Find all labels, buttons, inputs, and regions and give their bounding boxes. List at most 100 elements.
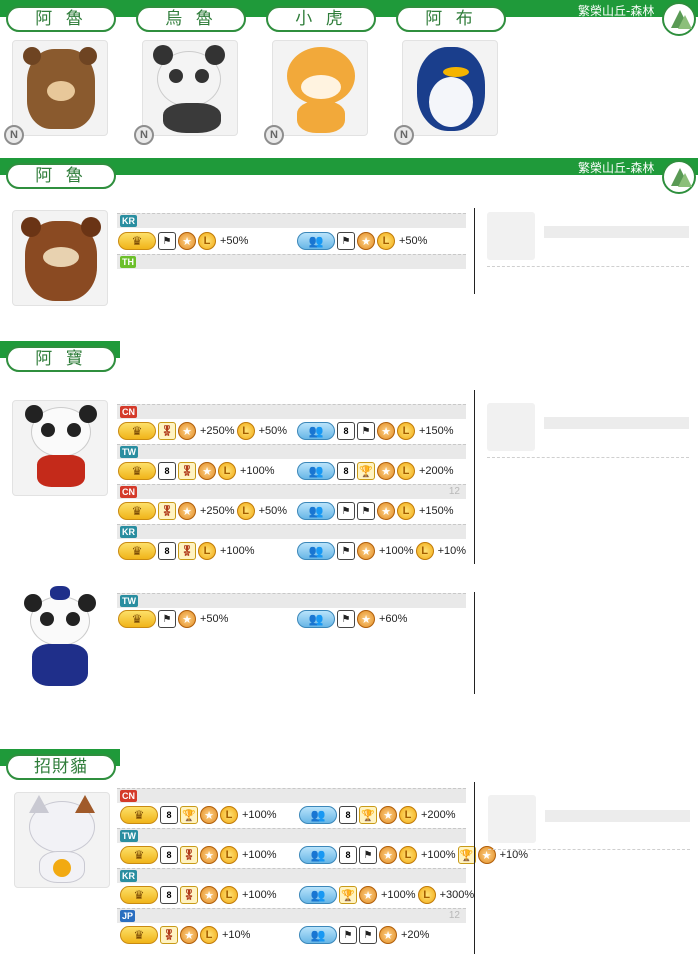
rule-abao1-tw-solo: ♛ 8 🎖 ★ L +100% xyxy=(118,461,275,481)
card-abu[interactable] xyxy=(402,40,498,136)
divider xyxy=(474,592,475,694)
team-mode-icon: 👥 xyxy=(297,422,335,440)
medal-icon: 🎖 xyxy=(178,542,196,560)
bonus-value: +100% xyxy=(242,849,277,861)
card-wulu[interactable] xyxy=(142,40,238,136)
region-cn-badge: CN xyxy=(120,486,137,498)
coin-icon: L xyxy=(397,502,415,520)
region-row-th: TH xyxy=(117,254,466,269)
coin-icon: L xyxy=(399,806,417,824)
star-icon: ★ xyxy=(379,806,397,824)
region-tw-badge: TW xyxy=(120,595,138,607)
flag-icon: ⚑ xyxy=(337,610,355,628)
rank8-flag-icon: 8 xyxy=(158,542,176,560)
coin-icon: L xyxy=(377,232,395,250)
location-label-2: 繁榮山丘-森林 xyxy=(578,161,655,175)
region-row-cn: CN xyxy=(117,404,466,419)
bonus-value: +10% xyxy=(499,849,529,861)
flag-icon: ⚑ xyxy=(357,422,375,440)
flag-icon: ⚑ xyxy=(158,610,176,628)
rule-abao2-tw-solo: ♛ ⚑ ★ +50% xyxy=(118,609,228,629)
medal-icon: 🎖 xyxy=(158,502,176,520)
tab-alu[interactable]: 阿 魯 xyxy=(6,6,116,32)
round-number: 12 xyxy=(448,910,460,921)
medal-icon: 🎖 xyxy=(180,886,198,904)
location-label: 繁榮山丘-森林 xyxy=(578,4,655,18)
trophy-icon: 🏆 xyxy=(357,462,375,480)
bonus-value: +50% xyxy=(258,505,288,517)
trophy-icon: 🏆 xyxy=(359,806,377,824)
region-row-jp-cat: JP 12 xyxy=(117,908,466,923)
rank8-flag-icon: 8 xyxy=(339,846,357,864)
divider xyxy=(474,208,475,294)
badge-n-xiaohu: N xyxy=(264,125,284,145)
star-icon: ★ xyxy=(178,502,196,520)
solo-mode-icon: ♛ xyxy=(120,926,158,944)
solo-mode-icon: ♛ xyxy=(118,610,156,628)
rule-cat-jp-team: 👥 ⚑ ⚑ ★ +20% xyxy=(299,925,429,945)
bonus-value: +50% xyxy=(220,235,249,247)
star-icon: ★ xyxy=(379,846,397,864)
rank8-flag-icon: 8 xyxy=(337,462,355,480)
bonus-value: +50% xyxy=(258,425,288,437)
tab-wulu[interactable]: 烏 魯 xyxy=(136,6,246,32)
badge-n-wulu: N xyxy=(134,125,154,145)
divider xyxy=(474,782,475,954)
section-title-cat: 招財貓 xyxy=(6,754,116,780)
coin-icon: L xyxy=(198,232,216,250)
region-row-tw-2: TW xyxy=(117,593,466,608)
region-row-cn-2: CN 12 xyxy=(117,484,466,499)
bonus-value: +20% xyxy=(401,929,430,941)
rank8-flag-icon: 8 xyxy=(160,846,178,864)
bonus-value: +200% xyxy=(419,465,454,477)
placeholder-divider xyxy=(487,457,689,458)
card-xiaohu[interactable] xyxy=(272,40,368,136)
coin-icon: L xyxy=(220,886,238,904)
round-number: 12 xyxy=(448,486,460,497)
rule-abao1-cn2-solo: ♛ 🎖 ★ +250% L +50% xyxy=(118,501,287,521)
bonus-value: +10% xyxy=(437,545,467,557)
tab-abu[interactable]: 阿 布 xyxy=(396,6,506,32)
coin-icon: L xyxy=(198,542,216,560)
bonus-value: +100% xyxy=(242,809,277,821)
team-mode-icon: 👥 xyxy=(299,846,337,864)
flag-icon: ⚑ xyxy=(359,926,377,944)
placeholder-thumb xyxy=(487,212,535,260)
region-row-kr-cat: KR xyxy=(117,868,466,883)
region-jp-badge: JP xyxy=(120,910,136,922)
medal-icon: 🎖 xyxy=(180,846,198,864)
rule-abao1-cn2-team: 👥 ⚑ ⚑ ★ L +150% xyxy=(297,501,454,521)
divider xyxy=(474,390,475,564)
bonus-value: +150% xyxy=(419,505,454,517)
rank4-flag-icon: ⚑ xyxy=(339,926,357,944)
solo-mode-icon: ♛ xyxy=(118,502,156,520)
trophy-icon: 🏆 xyxy=(339,886,357,904)
rule-abao2-tw-team: 👥 ⚑ ★ +60% xyxy=(297,609,407,629)
bonus-value: +100% xyxy=(421,849,456,861)
bonus-value: +150% xyxy=(419,425,454,437)
rank8-flag-icon: 8 xyxy=(339,806,357,824)
flag-icon: ⚑ xyxy=(158,232,176,250)
medal-icon: 🎖 xyxy=(160,926,178,944)
coin-icon: L xyxy=(397,422,415,440)
bonus-value: +60% xyxy=(379,613,408,625)
rank8-flag-icon: 8 xyxy=(160,806,178,824)
char-portrait-alu xyxy=(12,210,108,306)
coin-icon: L xyxy=(220,806,238,824)
rule-cat-tw-team: 👥 8 ⚑ ★ L +100% 🏆 ★ +10% xyxy=(299,845,528,865)
card-alu[interactable] xyxy=(12,40,108,136)
bonus-value: +100% xyxy=(220,545,255,557)
rank4-flag-icon: ⚑ xyxy=(337,502,355,520)
star-icon: ★ xyxy=(178,610,196,628)
rank8-flag-icon: 8 xyxy=(160,886,178,904)
star-icon: ★ xyxy=(377,422,395,440)
placeholder-divider xyxy=(488,849,690,850)
placeholder-line xyxy=(544,226,689,238)
coin-icon: L xyxy=(218,462,236,480)
coin-icon: L xyxy=(417,886,436,904)
region-tw-badge: TW xyxy=(120,446,138,458)
section-title-alu: 阿 魯 xyxy=(6,163,116,189)
tab-xiaohu[interactable]: 小 虎 xyxy=(266,6,376,32)
rule-abao1-kr-team: 👥 ⚑ ★ +100% L +10% xyxy=(297,541,466,561)
bonus-value: +10% xyxy=(222,929,251,941)
